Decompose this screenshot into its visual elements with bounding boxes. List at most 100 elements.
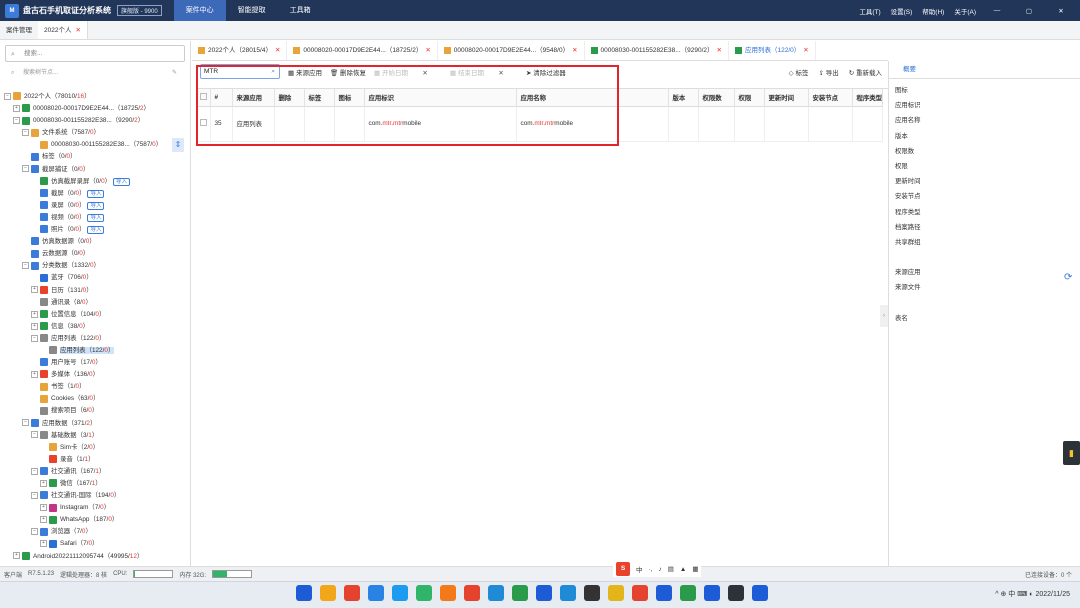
tree-node[interactable]: − 浏览器（7/0） [0,526,190,538]
tree-node[interactable]: 云数据源（0/0） [0,248,190,260]
content-tab[interactable]: 00008020-00017D9E2E44...（9548/0） ✕ [438,41,585,60]
menu-about[interactable]: 关于(A) [954,6,976,16]
expand-toggle-icon[interactable]: − [13,117,20,124]
expand-toggle-icon[interactable]: − [4,92,11,100]
word-icon[interactable] [656,585,672,601]
tree-node[interactable]: − 基础数据（3/1） [0,430,190,442]
close-tab-icon[interactable]: ✕ [275,47,280,54]
tree-node[interactable]: + 日历（131/0） [0,285,190,297]
tree-node[interactable]: − 应用列表（122/0） [0,333,190,345]
edge-icon[interactable] [368,585,384,601]
expand-toggle-icon[interactable]: + [13,104,20,112]
export-button[interactable]: ⇪ 导出 [818,67,838,77]
close-tab-icon[interactable]: ✕ [717,47,722,54]
refresh-icon[interactable]: ⟳ [1064,272,1072,283]
tree-node[interactable]: + Safari（7/0） [0,538,190,550]
tree-node[interactable]: 视频（0/0） 导入 [0,212,190,224]
tab-2022-personal[interactable]: 2022个人 ✕ [38,21,88,39]
tree-node[interactable]: + 位置信息（104/0） [0,309,190,321]
content-tab[interactable]: 00008020-00017D9E2E44...（18725/2） ✕ [287,41,438,60]
tool-icon[interactable] [680,585,696,601]
column-header[interactable]: 权限 [734,89,765,107]
tree-node[interactable]: +00008020-00017D9E2E44...（18725/2） [0,103,190,115]
sogou-ime-icon[interactable]: S [616,562,630,576]
tree-node[interactable]: 书签（1/0） [0,381,190,393]
tree-node[interactable]: 录屏（0/0） 导入 [0,200,190,212]
tree-node[interactable]: + Instagram（7/0） [0,502,190,514]
tree-node[interactable]: + 信息（38/0） [0,321,190,333]
import-button[interactable]: 导入 [87,226,105,235]
content-tab[interactable]: 00008030-001155282E38...（9290/2） ✕ [585,41,729,60]
tree-node[interactable]: − 社交通讯（167/1） [0,466,190,478]
nav-case-center[interactable]: 案件中心 [173,0,226,21]
tree-node[interactable]: + Android20221112095744（49995/12） [0,551,190,563]
column-header[interactable]: 程序类型 [852,89,884,107]
expand-toggle-icon[interactable]: − [22,262,29,270]
content-tab[interactable]: 应用列表（122/0） ✕ [729,41,816,60]
maximize-icon[interactable]: ▢ [1018,7,1040,15]
expand-toggle-icon[interactable]: + [40,516,47,524]
search-input[interactable]: ⌕ 搜索... [5,45,185,62]
tree-node[interactable]: 蓝牙（706/0） [0,272,190,284]
expand-toggle-icon[interactable]: + [40,504,47,511]
tree-node[interactable]: 标签（0/0） [0,151,190,163]
wps-icon[interactable] [632,585,648,601]
column-header[interactable]: 版本 [668,89,699,107]
terminal-icon[interactable] [728,585,744,601]
expand-toggle-icon[interactable]: − [22,419,29,427]
tree-node[interactable]: 搜索项目（6/0） [0,405,190,417]
search-icon[interactable] [320,585,336,601]
tree-node[interactable]: + 微信（167/1） [0,478,190,490]
tree-node[interactable]: 照片（0/0） 导入 [0,224,190,236]
minimize-icon[interactable]: — [986,7,1008,14]
tree-node[interactable]: 仿真数据源（0/0） [0,236,190,248]
tag-button[interactable]: ◇ 标签 [789,67,809,77]
import-button[interactable]: 导入 [87,189,105,198]
tree-node[interactable]: − 应用数据（371/2） [0,418,190,430]
expand-toggle-icon[interactable]: + [31,286,38,294]
expand-toggle-icon[interactable]: − [22,165,29,173]
tree-node[interactable]: − 截屏捕证（0/0） [0,164,190,176]
tree-node[interactable]: 截屏（0/0） 导入 [0,188,190,200]
wechat-icon[interactable] [416,585,432,601]
expand-toggle-icon[interactable]: + [13,552,20,560]
browser-icon[interactable] [488,585,504,601]
tree-node[interactable]: 录音（1/1） [0,454,190,466]
email-icon[interactable] [464,585,480,601]
floating-tool-icon[interactable]: ▮ [1063,441,1080,465]
close-tab-icon[interactable]: ✕ [75,27,80,34]
ime-skin-icon[interactable]: ▲ [680,566,686,573]
expand-toggle-icon[interactable]: − [31,431,38,439]
expand-toggle-icon[interactable]: − [31,334,38,342]
tasks-icon[interactable] [560,585,576,601]
close-tab-icon[interactable]: ✕ [425,47,430,54]
expand-toggle-icon[interactable]: + [31,310,38,318]
tree-node[interactable]: 00008030-001155282E38...（7587/0） [0,139,190,151]
ime-punctuation-icon[interactable]: ·, [649,566,653,573]
excel-icon[interactable] [704,585,720,601]
expand-toggle-icon[interactable]: + [40,540,47,548]
tree-node[interactable]: − 2022个人（78010/16） [0,91,190,103]
expand-toggle-icon[interactable]: + [40,479,47,487]
content-tab[interactable]: 2022个人（28015/4） ✕ [192,41,288,60]
node-search-input[interactable]: ⌕ 搜索树节点... ✎ [5,66,185,80]
menu-settings[interactable]: 设置(S) [891,6,913,16]
tree-node[interactable]: + 多媒体（136/0） [0,369,190,381]
tree-node[interactable]: 通讯录（8/0） [0,297,190,309]
close-tab-icon[interactable]: ✕ [803,47,808,54]
menu-help[interactable]: 帮助(H) [922,6,944,16]
ime-toolbox-icon[interactable]: ▦ [692,565,698,573]
expand-toggle-icon[interactable]: + [31,322,38,330]
clear-brush-icon[interactable]: ✎ [172,66,177,80]
tree-node[interactable]: − 社交通讯-国际（194/0） [0,490,190,502]
column-header[interactable]: 安装节点 [808,89,853,107]
docs-icon[interactable] [536,585,552,601]
nav-smart-extract[interactable]: 智能提取 [226,0,278,21]
firefox-icon[interactable] [440,585,456,601]
chrome-icon[interactable] [344,585,360,601]
expand-toggle-icon[interactable]: − [31,528,38,536]
network-icon[interactable] [512,585,528,601]
import-button[interactable]: 导入 [87,201,105,210]
close-icon[interactable]: ✕ [1050,7,1072,15]
expand-toggle-icon[interactable]: − [31,467,38,475]
